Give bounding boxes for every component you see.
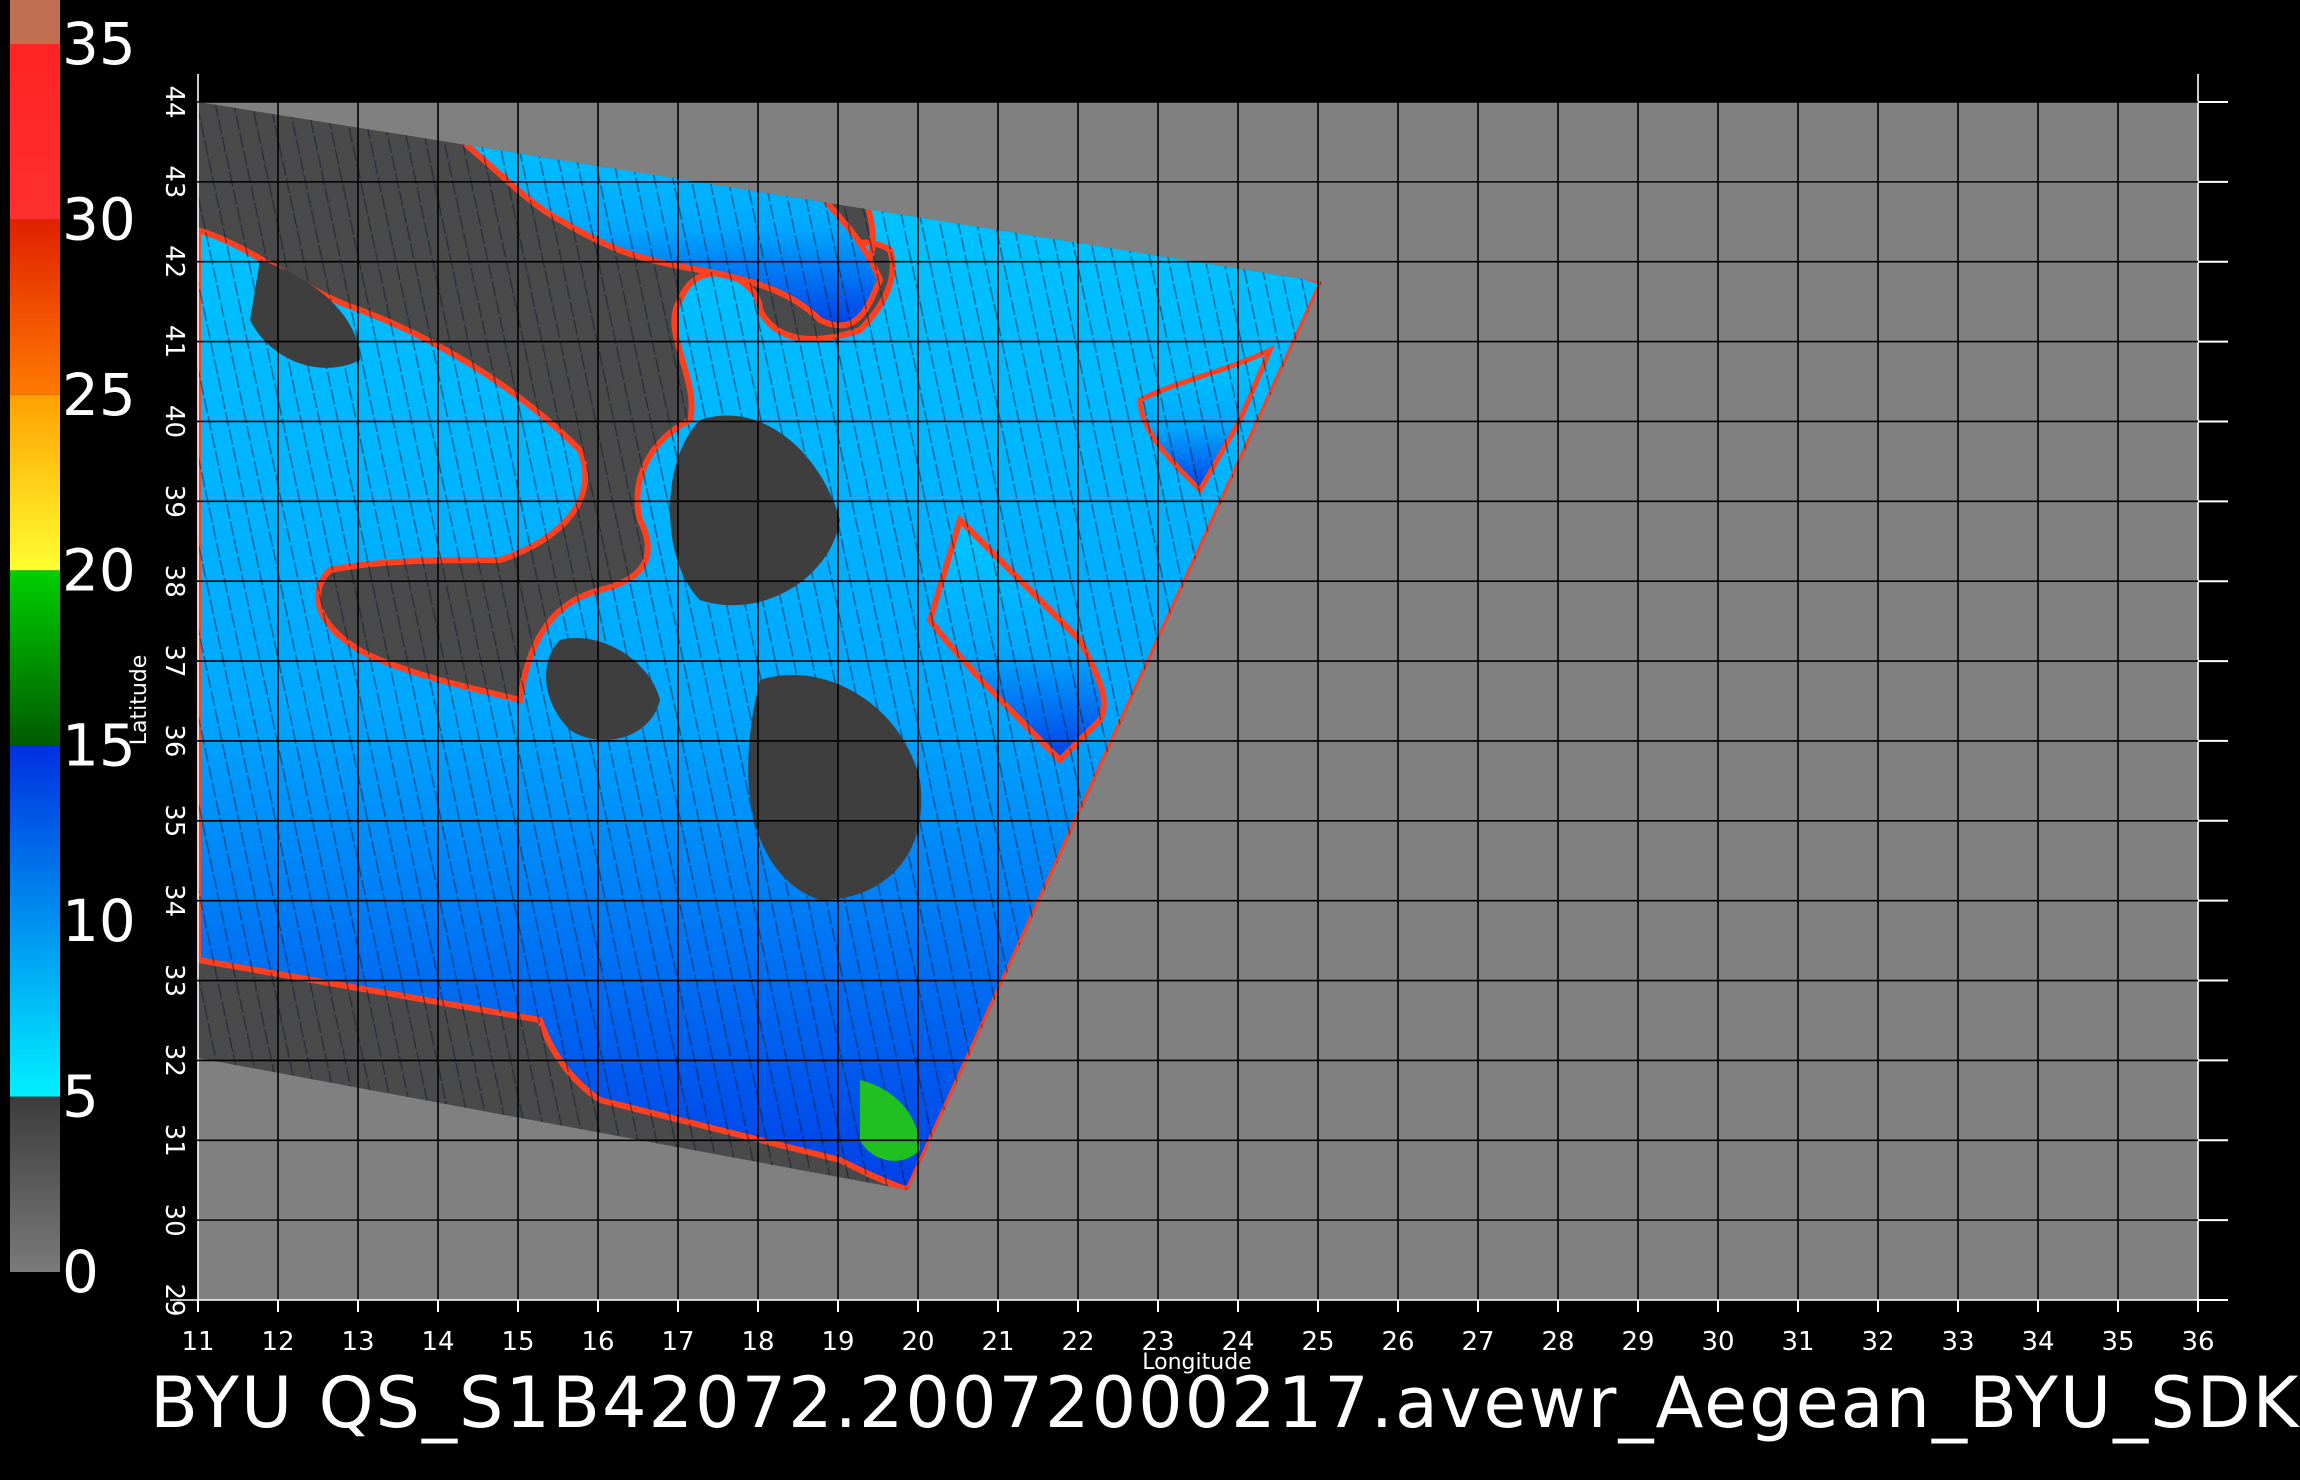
colorbar: 0 5 10 15 20 25 30 35	[10, 0, 136, 1306]
y-tick-label: 44	[159, 85, 189, 118]
y-tick-label: 29	[159, 1283, 189, 1316]
colorbar-label: 5	[62, 1063, 99, 1131]
colorbar-segment	[10, 570, 60, 746]
map-title: BYU QS_S1B42072.20072000217.avewr_Aegean…	[150, 1362, 2300, 1444]
y-tick-label: 35	[159, 804, 189, 837]
x-tick-label: 36	[2181, 1327, 2214, 1357]
x-tick-label: 18	[741, 1327, 774, 1357]
colorbar-segment	[10, 394, 60, 571]
colorbar-segment	[10, 219, 60, 395]
colorbar-label: 35	[62, 10, 136, 78]
colorbar-segment	[10, 745, 60, 1097]
x-tick-label: 31	[1781, 1327, 1814, 1357]
colorbar-label: 0	[62, 1238, 99, 1306]
x-tick-label: 12	[261, 1327, 294, 1357]
x-tick-label: 30	[1701, 1327, 1734, 1357]
y-tick-label: 40	[159, 405, 189, 438]
y-tick-label: 32	[159, 1044, 189, 1077]
x-tick-label: 16	[581, 1327, 614, 1357]
y-tick-label: 43	[159, 165, 189, 198]
x-tick-label: 21	[981, 1327, 1014, 1357]
x-tick-label: 34	[2021, 1327, 2054, 1357]
y-tick-label: 31	[159, 1124, 189, 1157]
x-tick-label: 22	[1061, 1327, 1094, 1357]
y-tick-label: 39	[159, 485, 189, 518]
x-tick-label: 19	[821, 1327, 854, 1357]
x-tick-label: 20	[901, 1327, 934, 1357]
x-tick-label: 33	[1941, 1327, 1974, 1357]
colorbar-label: 10	[62, 887, 136, 955]
y-tick-label: 42	[159, 245, 189, 278]
colorbar-label: 15	[62, 712, 136, 780]
x-tick-label: 27	[1461, 1327, 1494, 1357]
y-tick-label: 34	[159, 884, 189, 917]
y-tick-label: 37	[159, 645, 189, 678]
colorbar-label: 25	[62, 361, 136, 429]
longitude-ticks: 11 12 13 14 15 16 17 18 19 20 21 22 23 24 25 26 27 28 29 30…	[181, 1300, 2215, 1357]
y-tick-label: 36	[159, 724, 189, 757]
y-tick-label: 33	[159, 964, 189, 997]
x-tick-label: 35	[2101, 1327, 2134, 1357]
colorbar-label: 30	[62, 185, 136, 253]
x-tick-label: 28	[1541, 1327, 1574, 1357]
y-tick-label: 38	[159, 565, 189, 598]
y-tick-label: 30	[159, 1204, 189, 1237]
x-tick-label: 13	[341, 1327, 374, 1357]
x-tick-label: 15	[501, 1327, 534, 1357]
colorbar-segment	[10, 0, 60, 44]
y-tick-label: 41	[159, 325, 189, 358]
x-tick-label: 26	[1381, 1327, 1414, 1357]
x-tick-label: 11	[181, 1327, 214, 1357]
colorbar-label: 20	[62, 536, 136, 604]
x-tick-label: 17	[661, 1327, 694, 1357]
wind-map: 11 12 13 14 15 16 17 18 19 20 21 22 23 24 25 26 27 28 29 30…	[10, 0, 2228, 1375]
x-tick-label: 32	[1861, 1327, 1894, 1357]
x-tick-label: 14	[421, 1327, 454, 1357]
colorbar-segment	[10, 1096, 60, 1272]
x-tick-label: 29	[1621, 1327, 1654, 1357]
x-tick-label: 25	[1301, 1327, 1334, 1357]
